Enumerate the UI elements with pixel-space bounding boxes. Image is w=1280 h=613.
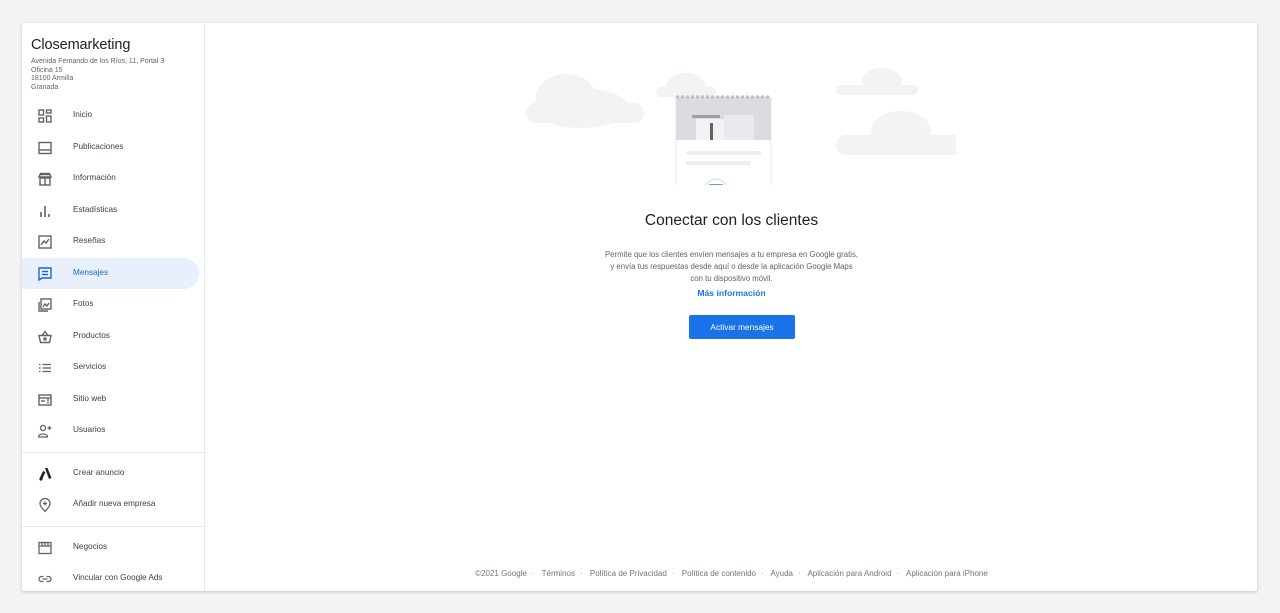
- footer-separator: ·: [531, 569, 535, 578]
- messaging-illustration: [526, 68, 956, 185]
- address-line: Granada: [31, 83, 59, 91]
- footer-separator: ·: [579, 569, 583, 578]
- description-line: con tu dispositivo móvil.: [690, 274, 773, 284]
- footer-separator: ·: [896, 569, 900, 578]
- sidebar-item-label: Vincular con Google Ads: [73, 573, 163, 582]
- sidebar-item-label: Mensajes: [73, 268, 109, 277]
- bar-chart-icon: [37, 203, 52, 218]
- sidebar-item-label: Inicio: [73, 110, 93, 119]
- google-ads-icon: [37, 466, 52, 481]
- sidebar-item-mensajes[interactable]: Mensajes: [22, 258, 199, 289]
- link-icon: [37, 571, 52, 586]
- sidebar-item-label: Negocios: [73, 542, 108, 551]
- sidebar-item-negocios[interactable]: Negocios: [22, 532, 199, 563]
- sidebar-item-label: Publicaciones: [73, 142, 124, 151]
- sidebar-item-vincular-ads[interactable]: Vincular con Google Ads: [22, 563, 199, 591]
- sidebar-divider: [22, 526, 205, 527]
- sidebar-item-inicio[interactable]: Inicio: [22, 100, 199, 131]
- photo-icon: [37, 297, 52, 312]
- cloud-icon: [836, 68, 918, 95]
- footer-link-content-policy[interactable]: Política de contenido: [682, 569, 756, 578]
- address-line: 18100 Armilla: [31, 75, 74, 83]
- footer-link-iphone[interactable]: Aplicación para iPhone: [906, 569, 988, 578]
- sidebar-item-publicaciones[interactable]: Publicaciones: [22, 132, 199, 163]
- app-card: Closemarketing Avenida Fernando de los R…: [22, 23, 1257, 591]
- more-info-link[interactable]: Más información: [206, 288, 1257, 298]
- main-content: Conectar con los clientes Permite que lo…: [206, 23, 1257, 591]
- description-line: Permite que los clientes envíen mensajes…: [604, 250, 859, 259]
- footer-separator: ·: [671, 569, 675, 578]
- store-info-icon: [37, 171, 52, 186]
- sidebar-item-informacion[interactable]: Información: [22, 163, 199, 194]
- sidebar-item-fotos[interactable]: Fotos: [22, 289, 199, 320]
- posts-icon: [37, 140, 52, 155]
- footer-link-privacy[interactable]: Política de Privacidad: [590, 569, 667, 578]
- sidebar-item-servicios[interactable]: Servicios: [22, 352, 199, 383]
- add-location-icon: [37, 497, 52, 512]
- activate-messages-button[interactable]: Activar mensajes: [689, 315, 795, 339]
- sidebar-item-label: Añadir nueva empresa: [73, 499, 156, 508]
- footer-separator: ·: [798, 569, 801, 578]
- footer-separator: ·: [761, 569, 764, 578]
- page-title: Conectar con los clientes: [644, 212, 819, 229]
- description-line: y envía tus respuestas desde aquí o desd…: [610, 262, 853, 272]
- dashboard-icon: [37, 108, 52, 123]
- storefront-icon: [37, 540, 52, 555]
- sidebar-item-estadisticas[interactable]: Estadísticas: [22, 195, 199, 226]
- sidebar-item-label: Información: [73, 173, 116, 182]
- message-icon: [37, 266, 52, 281]
- sidebar-item-label: Sitio web: [73, 394, 107, 403]
- add-user-icon: [37, 423, 52, 438]
- sidebar-divider: [22, 452, 205, 453]
- sidebar-item-label: Reseñas: [73, 236, 106, 245]
- sidebar-item-sitio-web[interactable]: Sitio web: [22, 384, 199, 415]
- footer: ©2021 Google · Términos · Política de Priv…: [206, 569, 1257, 578]
- website-icon: [37, 392, 52, 407]
- business-name: Closemarketing: [31, 37, 131, 53]
- sidebar: Closemarketing Avenida Fernando de los R…: [22, 23, 205, 591]
- sidebar-item-label: Productos: [73, 331, 110, 340]
- sidebar-item-anadir-empresa[interactable]: Añadir nueva empresa: [22, 489, 199, 520]
- sidebar-item-usuarios[interactable]: Usuarios: [22, 415, 199, 446]
- sidebar-item-label: Estadísticas: [73, 205, 118, 214]
- basket-icon: [37, 329, 52, 344]
- sidebar-item-label: Fotos: [73, 299, 94, 308]
- sidebar-item-label: Usuarios: [73, 425, 106, 434]
- sidebar-item-label: Servicios: [73, 362, 107, 371]
- footer-link-android[interactable]: Aplicación para Android: [807, 569, 891, 578]
- list-icon: [37, 360, 52, 375]
- cloud-icon: [836, 111, 956, 155]
- sidebar-item-label: Crear anuncio: [73, 468, 125, 477]
- address-line: Oficina 15: [31, 66, 63, 74]
- store-card-icon: [675, 95, 772, 185]
- footer-link-terms[interactable]: Términos: [542, 569, 575, 578]
- sidebar-item-resenas[interactable]: Reseñas: [22, 226, 199, 257]
- address-line: Avenida Fernando de los Ríos, 11, Portal…: [31, 58, 165, 65]
- business-address: Avenida Fernando de los Ríos, 11, Portal…: [31, 58, 203, 92]
- reviews-icon: [37, 234, 52, 249]
- description: Permite que los clientes envíen mensajes…: [206, 249, 1257, 286]
- sidebar-item-crear-anuncio[interactable]: Crear anuncio: [22, 458, 199, 489]
- footer-link-copyright[interactable]: ©2021 Google: [475, 569, 527, 578]
- cloud-icon: [526, 74, 644, 128]
- footer-link-help[interactable]: Ayuda: [770, 569, 793, 578]
- sidebar-item-productos[interactable]: Productos: [22, 321, 199, 352]
